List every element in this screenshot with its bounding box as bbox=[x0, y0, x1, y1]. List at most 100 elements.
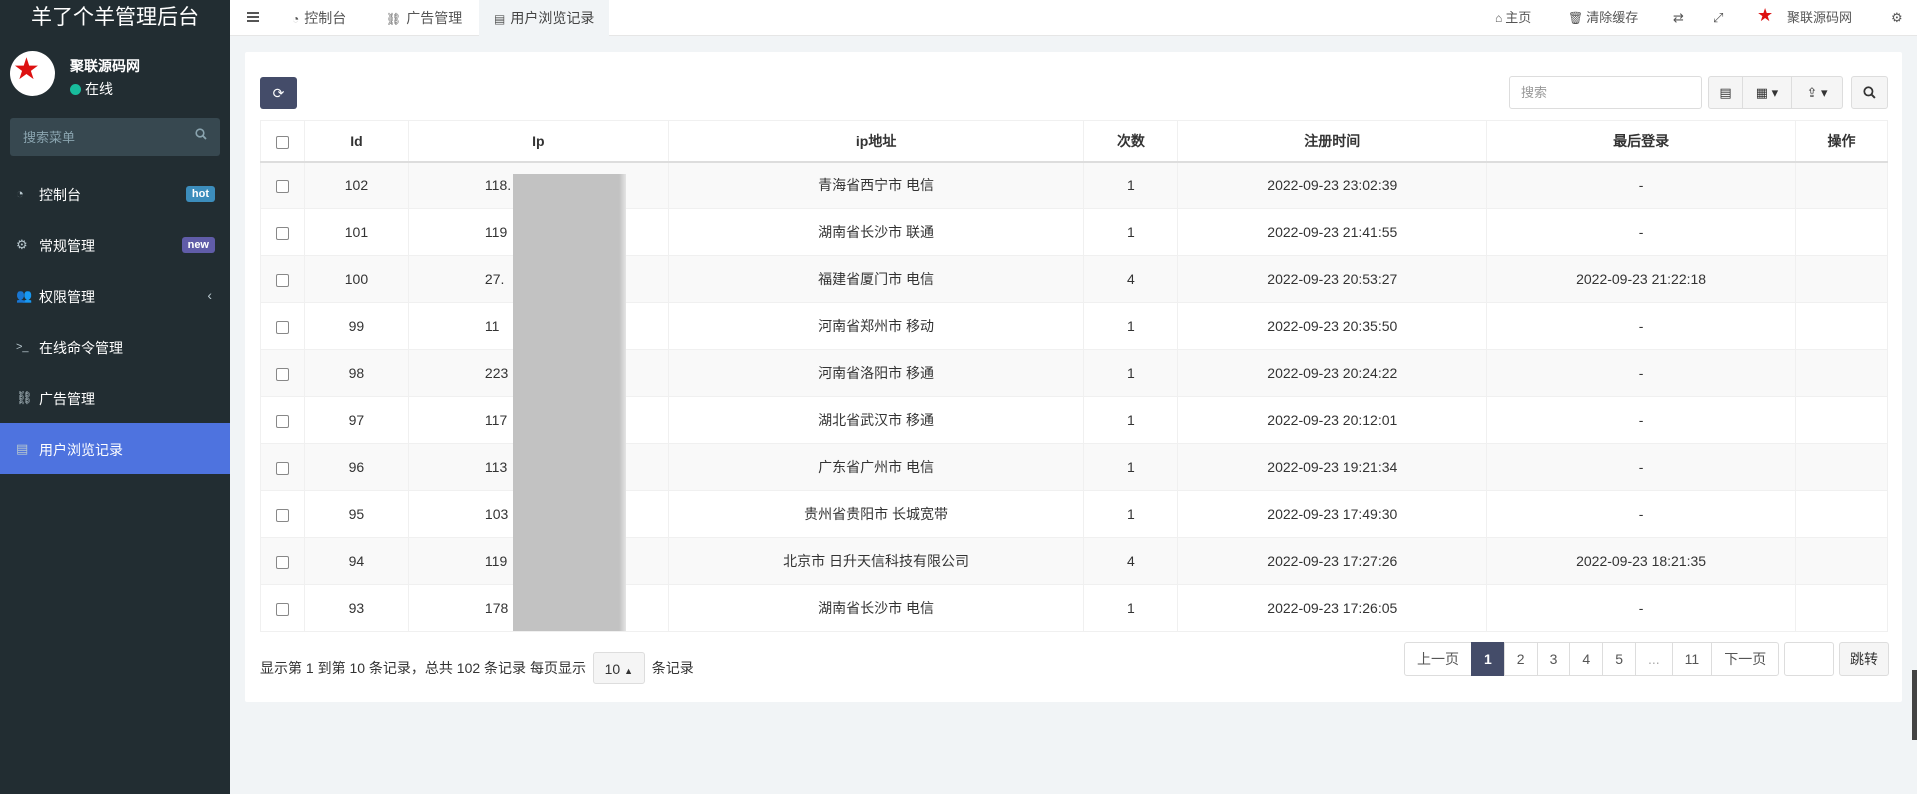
row-select-cell bbox=[260, 208, 305, 256]
settings-button[interactable]: ⚙ bbox=[1891, 0, 1903, 36]
tab-dashboard[interactable]: ◔ 控制台 bbox=[277, 0, 361, 36]
online-dot-icon bbox=[70, 84, 81, 95]
col-id[interactable]: Id bbox=[303, 120, 409, 163]
cell-actions bbox=[1795, 537, 1888, 585]
table-row[interactable]: 98 223 河南省洛阳市 移通 1 2022-09-23 20:24:22- bbox=[260, 349, 1888, 397]
sidebar-item-0[interactable]: ◔ 控制台 hot bbox=[0, 168, 230, 219]
cell-ip-address: 湖南省长沙市 联通 bbox=[667, 208, 1085, 256]
clear-cache-link[interactable]: 🗑 清除缓存 bbox=[1568, 0, 1638, 36]
page-11-button[interactable]: 11 bbox=[1671, 642, 1713, 676]
page-1-button[interactable]: 1 bbox=[1471, 642, 1505, 676]
prev-page-button[interactable]: 上一页 bbox=[1404, 642, 1472, 676]
row-checkbox[interactable] bbox=[275, 508, 289, 522]
col-register-time[interactable]: 注册时间 bbox=[1177, 120, 1488, 163]
toggle-view-button[interactable]: ▤ bbox=[1708, 76, 1743, 109]
table-row[interactable]: 94 119 北京市 日升天信科技有限公司 4 2022-09-23 17:27:26 2… bbox=[260, 537, 1888, 585]
table-row[interactable]: 101 119 湖南省长沙市 联通 1 2022-09-23 21:41:55- bbox=[260, 208, 1888, 256]
refresh-button[interactable]: ⟳ bbox=[260, 77, 297, 109]
sidebar-item-4[interactable]: ⛓ 广告管理 bbox=[0, 372, 230, 423]
row-checkbox[interactable] bbox=[275, 461, 289, 475]
tab-user-browse-records[interactable]: ▤ 用户浏览记录 bbox=[479, 0, 610, 36]
sidebar-item-label: 用户浏览记录 bbox=[39, 442, 123, 458]
col-ip-address[interactable]: ip地址 bbox=[667, 120, 1085, 163]
sidebar: 羊了个羊管理后台 ★ 聚联源码网 在线 ◔ 控制台 hot ⚙ 常规管理 new 👥 权限管理… bbox=[0, 0, 230, 794]
row-checkbox[interactable] bbox=[275, 555, 289, 569]
page-size-select[interactable]: 10 ▲ bbox=[592, 652, 645, 684]
sidebar-item-label: 在线命令管理 bbox=[39, 340, 123, 356]
translate-button[interactable]: ⇄ bbox=[1673, 0, 1684, 36]
columns-button[interactable]: ▦ ▾ bbox=[1742, 76, 1792, 109]
dashboard-icon: ◔ bbox=[292, 12, 300, 26]
cell-count: 4 bbox=[1083, 255, 1179, 303]
col-ip[interactable]: Ip bbox=[407, 120, 669, 163]
refresh-icon: ⟳ bbox=[272, 85, 285, 101]
terminal-icon: >_ bbox=[16, 341, 29, 353]
sidebar-search-input[interactable] bbox=[10, 118, 220, 156]
advanced-search-button[interactable] bbox=[1851, 76, 1888, 109]
jump-button[interactable]: 跳转 bbox=[1839, 642, 1889, 676]
brand-title[interactable]: 羊了个羊管理后台 bbox=[0, 0, 230, 38]
menu-toggle-icon[interactable] bbox=[246, 10, 260, 24]
table-row[interactable]: 100 27. 福建省厦门市 电信 4 2022-09-23 20:53:27 2022-… bbox=[260, 255, 1888, 303]
cell-register-time: 2022-09-23 21:41:55 bbox=[1177, 208, 1488, 256]
cell-last-login: 2022-09-23 18:21:35 bbox=[1486, 537, 1796, 585]
sidebar-item-5[interactable]: ▤ 用户浏览记录 bbox=[0, 423, 230, 474]
menu-badge: hot bbox=[185, 186, 215, 202]
site-user-menu[interactable]: ★ 聚联源码网 bbox=[1755, 0, 1852, 36]
cell-count: 1 bbox=[1083, 490, 1179, 538]
page-4-button[interactable]: 4 bbox=[1569, 642, 1604, 676]
col-last-login[interactable]: 最后登录 bbox=[1486, 120, 1796, 163]
table-header-row: Id Ip ip地址 次数 注册时间 最后登录 操作 bbox=[260, 120, 1888, 163]
col-count[interactable]: 次数 bbox=[1083, 120, 1179, 163]
table-row[interactable]: 102 118. 青海省西宁市 电信 1 2022-09-23 23:02:39- bbox=[260, 161, 1888, 209]
table-row[interactable]: 93 178 湖南省长沙市 电信 1 2022-09-23 17:26:05- bbox=[260, 584, 1888, 632]
tab-ads[interactable]: ⛓ 广告管理 bbox=[371, 0, 477, 36]
cell-id: 98 bbox=[303, 349, 409, 397]
home-link[interactable]: ⌂ 主页 bbox=[1495, 0, 1531, 36]
cell-register-time: 2022-09-23 17:27:26 bbox=[1177, 537, 1488, 585]
home-icon: ⌂ bbox=[1495, 11, 1503, 25]
row-checkbox[interactable] bbox=[275, 320, 289, 334]
cell-last-login: - bbox=[1486, 490, 1796, 538]
users-icon: 👥 bbox=[16, 288, 33, 303]
cell-id: 97 bbox=[303, 396, 409, 444]
jump-page-input[interactable] bbox=[1784, 642, 1834, 676]
dashboard-icon: ◔ bbox=[16, 186, 24, 201]
site-logo-icon: ★ bbox=[1757, 5, 1774, 25]
table-row[interactable]: 99 11 河南省郑州市 移动 1 2022-09-23 20:35:50- bbox=[260, 302, 1888, 350]
row-checkbox[interactable] bbox=[275, 602, 289, 616]
row-checkbox[interactable] bbox=[275, 226, 289, 240]
table-search-input[interactable] bbox=[1510, 77, 1701, 108]
next-page-button[interactable]: 下一页 bbox=[1711, 642, 1780, 676]
table-row[interactable]: 95 103 贵州省贵阳市 长城宽带 1 2022-09-23 17:49:30- bbox=[260, 490, 1888, 538]
select-all-header bbox=[260, 120, 305, 163]
row-checkbox[interactable] bbox=[275, 414, 289, 428]
sidebar-item-3[interactable]: >_ 在线命令管理 bbox=[0, 321, 230, 372]
cell-last-login: - bbox=[1486, 584, 1796, 632]
row-checkbox[interactable] bbox=[275, 180, 289, 194]
select-all-checkbox[interactable] bbox=[275, 135, 289, 149]
cell-id: 95 bbox=[303, 490, 409, 538]
cell-actions bbox=[1795, 302, 1888, 350]
row-select-cell bbox=[260, 396, 305, 444]
sidebar-item-2[interactable]: 👥 权限管理 ‹ bbox=[0, 270, 230, 321]
fullscreen-button[interactable]: ⤢ bbox=[1713, 0, 1723, 36]
cell-actions bbox=[1795, 349, 1888, 397]
table-row[interactable]: 97 117 湖北省武汉市 移通 1 2022-09-23 20:12:01- bbox=[260, 396, 1888, 444]
user-name: 聚联源码网 bbox=[70, 58, 140, 74]
page-2-button[interactable]: 2 bbox=[1503, 642, 1538, 676]
page-5-button[interactable]: 5 bbox=[1602, 642, 1636, 676]
cell-ip-address: 湖南省长沙市 电信 bbox=[667, 584, 1085, 632]
sidebar-item-1[interactable]: ⚙ 常规管理 new bbox=[0, 219, 230, 270]
page-3-button[interactable]: 3 bbox=[1536, 642, 1571, 676]
row-checkbox[interactable] bbox=[275, 367, 289, 381]
cell-actions bbox=[1795, 161, 1888, 209]
export-button[interactable]: ⇪ ▾ bbox=[1791, 76, 1843, 109]
search-icon[interactable] bbox=[195, 128, 207, 140]
cell-ip-address: 广东省广州市 电信 bbox=[667, 443, 1085, 491]
row-checkbox[interactable] bbox=[275, 273, 289, 287]
table-row[interactable]: 96 113 广东省广州市 电信 1 2022-09-23 19:21:34- bbox=[260, 443, 1888, 491]
ip-redaction-block bbox=[513, 174, 626, 631]
scrollbar-handle[interactable] bbox=[1912, 670, 1917, 740]
cell-actions bbox=[1795, 584, 1888, 632]
